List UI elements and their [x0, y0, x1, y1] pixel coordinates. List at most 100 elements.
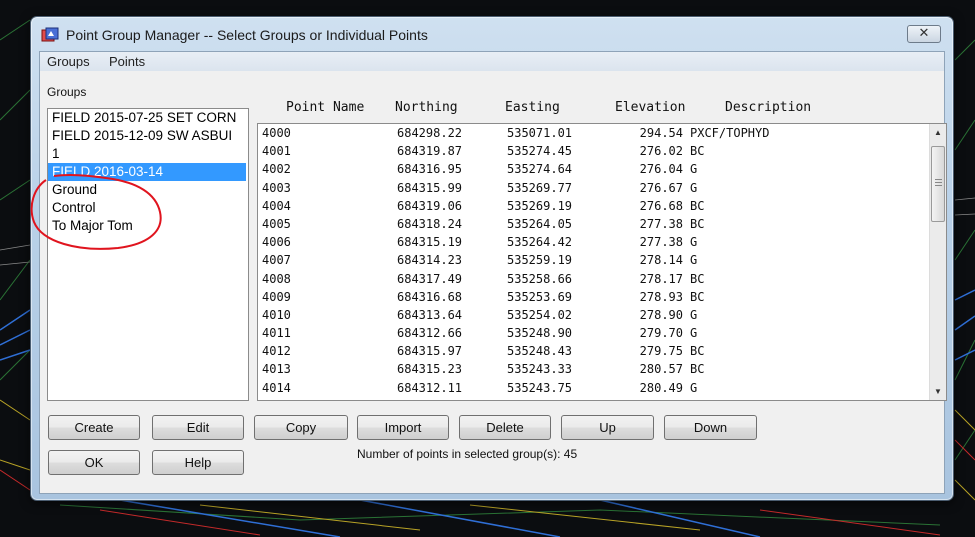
point-row[interactable]: 4003 684315.99 535269.77 276.67 G [258, 179, 946, 197]
point-row[interactable]: 4000 684298.22 535071.01 294.54 PXCF/TOPHYD [258, 124, 946, 142]
point-row[interactable]: 4006 684315.19 535264.42 277.38 G [258, 233, 946, 251]
point-name-cell: 4009 [262, 289, 291, 304]
menu-points[interactable]: Points [106, 54, 148, 69]
easting-cell: 535243.33 [507, 362, 573, 377]
description-cell: BC [690, 216, 705, 231]
point-row[interactable]: 4007 684314.23 535259.19 278.14 G [258, 251, 946, 269]
points-scrollbar[interactable]: ▲ ▼ [929, 124, 946, 400]
easting-cell: 535253.69 [507, 289, 573, 304]
points-listbox[interactable]: 4000 684298.22 535071.01 294.54 PXCF/TOPHYD 4… [257, 123, 947, 401]
menu-bar: Groups Points [40, 52, 944, 71]
group-item-selected[interactable]: FIELD 2016-03-14 [48, 163, 246, 181]
description-cell: G [690, 253, 698, 268]
points-rows: 4000 684298.22 535071.01 294.54 PXCF/TOPHYD 4… [258, 124, 946, 397]
group-item[interactable]: To Major Tom [48, 217, 246, 235]
easting-cell: 535274.64 [507, 162, 573, 177]
point-name-cell: 4003 [262, 180, 291, 195]
selected-points-count: Number of points in selected group(s): 4… [357, 447, 578, 461]
group-item[interactable]: Ground [48, 181, 246, 199]
point-row[interactable]: 4005 684318.24 535264.05 277.38 BC [258, 215, 946, 233]
window-title: Point Group Manager -- Select Groups or … [66, 27, 428, 43]
description-cell: G [690, 307, 698, 322]
dialog-client-area: Groups Points Groups FIELD 2015-07-25 SE… [39, 51, 947, 494]
delete-button[interactable]: Delete [459, 415, 551, 440]
elevation-cell: 294.54 [639, 126, 683, 140]
point-row[interactable]: 4008 684317.49 535258.66 278.17 BC [258, 270, 946, 288]
northing-cell: 684317.49 [397, 271, 463, 286]
edit-button[interactable]: Edit [152, 415, 244, 440]
easting-cell: 535248.43 [507, 344, 573, 359]
help-button[interactable]: Help [152, 450, 244, 475]
group-item[interactable]: Control [48, 199, 246, 217]
column-header-description[interactable]: Description [725, 100, 811, 115]
point-row[interactable]: 4013 684315.23 535243.33 280.57 BC [258, 360, 946, 378]
easting-cell: 535264.42 [507, 235, 573, 250]
description-cell: BC [690, 362, 705, 377]
point-row[interactable]: 4009 684316.68 535253.69 278.93 BC [258, 288, 946, 306]
scroll-up-arrow-icon[interactable]: ▲ [930, 124, 946, 141]
elevation-cell: 276.02 [639, 144, 683, 159]
point-row[interactable]: 4002 684316.95 535274.64 276.04 G [258, 160, 946, 178]
easting-cell: 535274.45 [507, 144, 573, 159]
point-row[interactable]: 4001 684319.87 535274.45 276.02 BC [258, 142, 946, 160]
description-cell: BC [690, 198, 705, 213]
description-cell: G [690, 235, 698, 250]
points-column-headers: Point Name Northing Easting Elevation De… [260, 100, 940, 120]
northing-cell: 684318.24 [397, 216, 463, 231]
groups-label: Groups [47, 85, 87, 99]
easting-cell: 535264.05 [507, 216, 573, 231]
group-item[interactable]: FIELD 2015-07-25 SET CORN [48, 109, 246, 127]
scroll-down-arrow-icon[interactable]: ▼ [930, 383, 946, 400]
northing-cell: 684314.23 [397, 253, 463, 268]
down-button[interactable]: Down [664, 415, 757, 440]
easting-cell: 535071.01 [507, 126, 573, 140]
group-item[interactable]: 1 [48, 145, 246, 163]
point-row[interactable]: 4010 684313.64 535254.02 278.90 G [258, 306, 946, 324]
up-button[interactable]: Up [561, 415, 654, 440]
column-header-point-name[interactable]: Point Name [286, 100, 364, 115]
point-name-cell: 4013 [262, 362, 291, 377]
easting-cell: 535248.90 [507, 326, 573, 341]
northing-cell: 684313.64 [397, 307, 463, 322]
easting-cell: 535269.77 [507, 180, 573, 195]
column-header-elevation[interactable]: Elevation [615, 100, 685, 115]
scroll-thumb[interactable] [931, 146, 945, 222]
point-row[interactable]: 4012 684315.97 535248.43 279.75 BC [258, 342, 946, 360]
column-header-easting[interactable]: Easting [505, 100, 560, 115]
point-row[interactable]: 4011 684312.66 535248.90 279.70 G [258, 324, 946, 342]
northing-cell: 684298.22 [397, 126, 463, 140]
close-button[interactable]: ✕ [907, 25, 941, 43]
elevation-cell: 278.93 [639, 289, 683, 304]
northing-cell: 684315.19 [397, 235, 463, 250]
point-name-cell: 4014 [262, 380, 291, 395]
point-name-cell: 4006 [262, 235, 291, 250]
group-item[interactable]: FIELD 2015-12-09 SW ASBUI [48, 127, 246, 145]
description-cell: G [690, 380, 698, 395]
point-name-cell: 4012 [262, 344, 291, 359]
ok-button[interactable]: OK [48, 450, 140, 475]
copy-button[interactable]: Copy [254, 415, 348, 440]
elevation-cell: 276.04 [639, 162, 683, 177]
elevation-cell: 278.14 [639, 253, 683, 268]
point-name-cell: 4007 [262, 253, 291, 268]
column-header-northing[interactable]: Northing [395, 100, 458, 115]
elevation-cell: 279.70 [639, 326, 683, 341]
import-button[interactable]: Import [357, 415, 449, 440]
menu-groups[interactable]: Groups [44, 54, 93, 69]
title-bar[interactable]: Point Group Manager -- Select Groups or … [31, 17, 953, 51]
northing-cell: 684316.95 [397, 162, 463, 177]
groups-listbox[interactable]: FIELD 2015-07-25 SET CORN FIELD 2015-12-… [47, 108, 249, 401]
elevation-cell: 276.68 [639, 198, 683, 213]
point-row[interactable]: 4014 684312.11 535243.75 280.49 G [258, 379, 946, 397]
point-row[interactable]: 4004 684319.06 535269.19 276.68 BC [258, 197, 946, 215]
point-name-cell: 4010 [262, 307, 291, 322]
create-button[interactable]: Create [48, 415, 140, 440]
app-icon [41, 27, 59, 42]
northing-cell: 684319.06 [397, 198, 463, 213]
description-cell: G [690, 180, 698, 195]
elevation-cell: 277.38 [639, 235, 683, 250]
northing-cell: 684315.23 [397, 362, 463, 377]
point-name-cell: 4002 [262, 162, 291, 177]
description-cell: BC [690, 289, 705, 304]
northing-cell: 684315.97 [397, 344, 463, 359]
